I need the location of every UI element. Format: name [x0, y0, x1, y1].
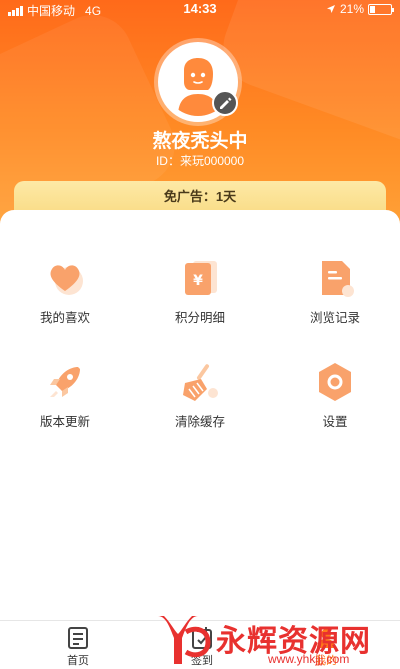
menu-label: 版本更新	[39, 415, 90, 429]
menu-item-favorites[interactable]: 我的喜欢	[10, 255, 120, 326]
edit-avatar-button[interactable]	[212, 90, 238, 116]
user-id: ID：来玩000000	[155, 154, 245, 168]
menu-item-clear-cache[interactable]: 清除缓存	[145, 359, 255, 430]
status-bar: 中国移动 4G 14:33 21%	[0, 0, 400, 18]
watermark-logo-icon	[158, 616, 211, 664]
menu-item-update[interactable]: 版本更新	[10, 359, 120, 430]
watermark-url: www.yhkjjj.com	[268, 652, 350, 666]
history-icon	[322, 261, 354, 297]
points-icon: ¥	[185, 261, 217, 295]
watermark: 永辉资源网 www.yhkjjj.com	[150, 612, 400, 669]
menu-label: 我的喜欢	[39, 311, 90, 325]
tab-label: 首页	[67, 655, 89, 667]
rocket-icon	[50, 367, 80, 397]
pencil-icon	[220, 97, 232, 109]
battery-percent: 21%	[339, 2, 364, 16]
menu-label: 浏览记录	[309, 311, 360, 325]
location-arrow-icon	[326, 5, 335, 13]
svg-text:¥: ¥	[193, 273, 203, 289]
menu-label: 清除缓存	[174, 415, 225, 429]
gear-icon	[319, 363, 351, 401]
menu-item-settings[interactable]: 设置	[280, 359, 390, 430]
menu-label: 积分明细	[174, 311, 225, 325]
tab-home[interactable]: 首页	[38, 621, 118, 669]
menu-item-history[interactable]: 浏览记录	[280, 255, 390, 326]
broom-icon	[183, 364, 218, 401]
heart-icon	[50, 265, 83, 295]
menu-item-points[interactable]: ¥ 积分明细	[145, 255, 255, 326]
menu-label: 设置	[322, 415, 348, 429]
nickname: 熬夜秃头中	[152, 131, 248, 152]
home-list-icon	[68, 627, 88, 649]
battery-icon	[368, 3, 394, 15]
